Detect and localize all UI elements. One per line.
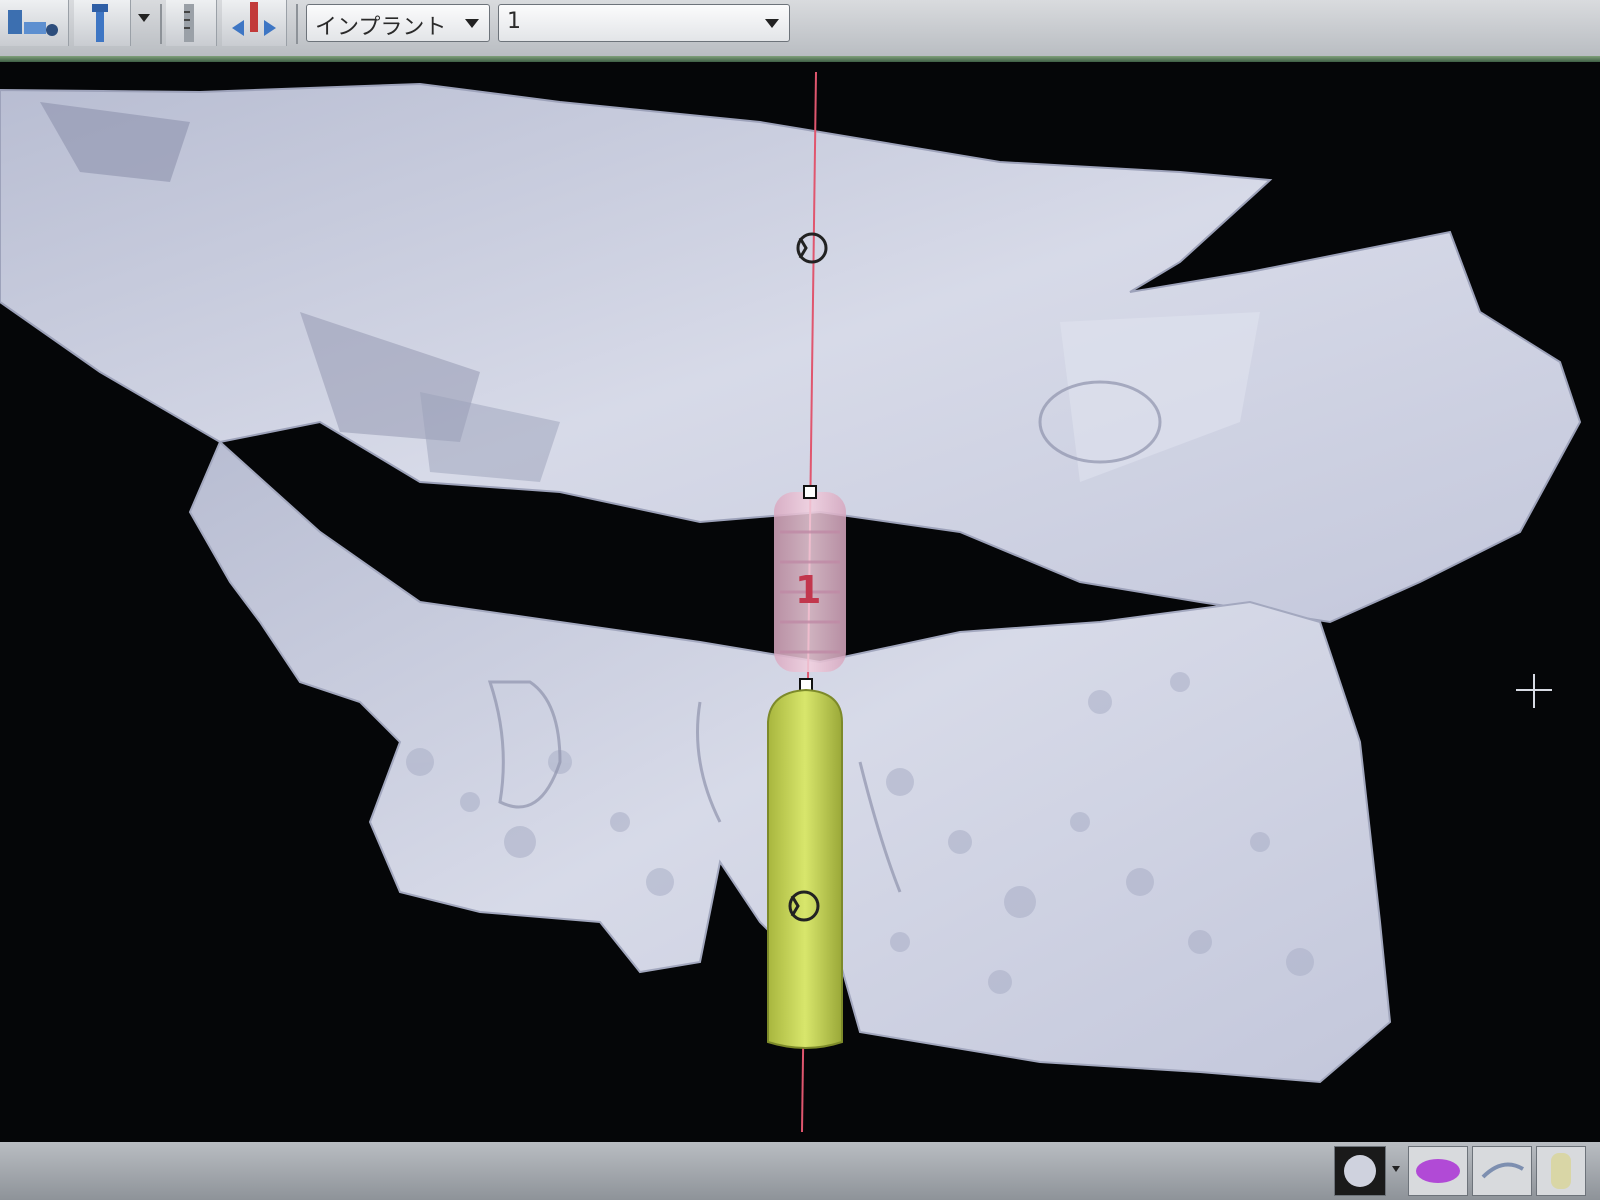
nerve-thumbnail[interactable] — [1472, 1146, 1532, 1196]
implant-tool-icon — [92, 4, 108, 42]
toolbar-separator — [160, 4, 162, 44]
3d-viewport[interactable]: 1 — [0, 62, 1600, 1142]
chevron-down-icon — [465, 19, 479, 28]
render-mode-dropdown-arrow[interactable] — [1392, 1166, 1400, 1172]
implant-tool-dropdown-arrow[interactable] — [138, 14, 150, 22]
implant-number-label: 1 — [795, 568, 822, 612]
jaw-view-icon — [8, 10, 58, 36]
bone-render-thumbnail[interactable] — [1334, 1146, 1386, 1196]
toolbar-separator — [296, 4, 298, 44]
implant-tool-button[interactable] — [74, 0, 131, 46]
jaw-view-button[interactable] — [0, 0, 69, 46]
tooth-thumbnail-icon — [1551, 1153, 1571, 1189]
object-type-select-value: インプラント — [315, 15, 447, 40]
object-type-select[interactable]: インプラント — [306, 4, 490, 42]
chevron-down-icon — [765, 19, 779, 28]
implant-number-select[interactable]: 1 — [498, 4, 790, 42]
tooth-thumbnail[interactable] — [1536, 1146, 1586, 1196]
ruler-icon — [184, 4, 194, 42]
implant-rotate-button[interactable] — [222, 0, 287, 46]
nerve-thumbnail-icon — [1481, 1162, 1525, 1179]
soft-tissue-thumbnail[interactable] — [1408, 1146, 1468, 1196]
bone-render-thumbnail-icon — [1335, 1147, 1385, 1195]
implant-top-control-point — [803, 485, 817, 499]
implant-number-select-value: 1 — [507, 9, 521, 34]
render-mode-bar — [0, 1142, 1600, 1200]
implant-rotate-icon — [232, 2, 276, 36]
ruler-button[interactable] — [166, 0, 217, 46]
main-toolbar: インプラント 1 — [0, 0, 1600, 62]
crosshair-icon — [1516, 674, 1552, 708]
soft-tissue-thumbnail-icon — [1416, 1159, 1460, 1183]
implant-cylinder — [767, 688, 843, 1049]
